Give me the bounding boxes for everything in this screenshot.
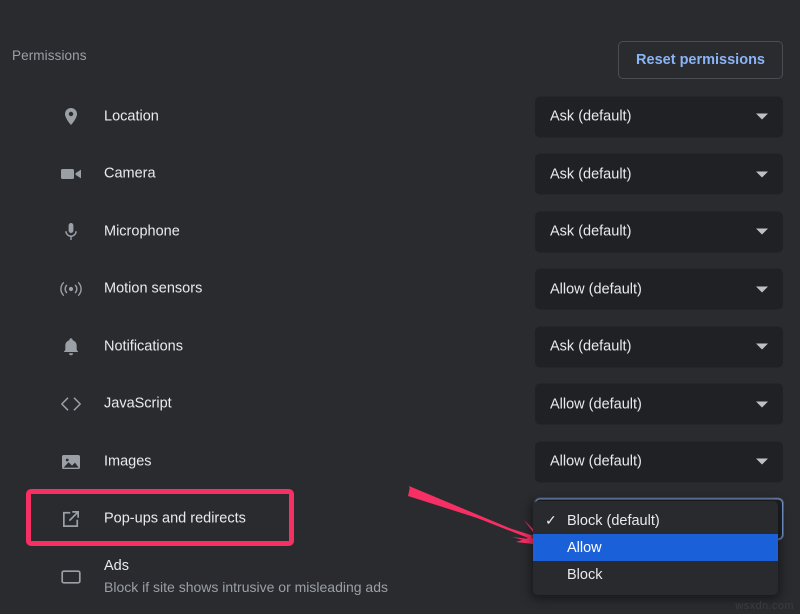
permission-value-select[interactable]: Ask (default): [535, 211, 783, 252]
camera-icon: [60, 163, 82, 185]
permission-title: JavaScript: [104, 395, 172, 414]
permission-value-text: Allow (default): [550, 454, 748, 470]
permission-value-text: Allow (default): [550, 281, 748, 297]
permission-value-text: Ask (default): [550, 109, 748, 125]
permission-row-labels: Images: [104, 452, 152, 471]
chevron-down-icon: [756, 286, 768, 292]
permission-row-labels: Motion sensors: [104, 280, 202, 299]
chevron-down-icon: [756, 401, 768, 407]
chevron-down-icon: [756, 459, 768, 465]
reset-permissions-button[interactable]: Reset permissions: [618, 41, 783, 79]
permission-row[interactable]: Images Allow (default): [0, 433, 800, 491]
permission-row[interactable]: Motion sensors Allow (default): [0, 261, 800, 319]
permission-row-labels: JavaScript: [104, 395, 172, 414]
dropdown-menu-item[interactable]: Allow: [533, 534, 778, 561]
bell-icon: [60, 336, 82, 358]
dropdown-menu-item[interactable]: ✓Block (default): [533, 507, 778, 534]
dropdown-menu-item-label: Block (default): [567, 513, 660, 529]
permission-row-labels: Pop-ups and redirects: [104, 510, 246, 529]
motion-sensors-icon: [60, 278, 82, 300]
checkmark-icon: ✓: [545, 512, 565, 529]
permission-row[interactable]: Location Ask (default): [0, 88, 800, 146]
location-pin-icon: [60, 106, 82, 128]
permission-title: Camera: [104, 165, 156, 184]
code-brackets-icon: [60, 393, 82, 415]
permission-title: Ads: [104, 557, 388, 576]
permission-value-text: Ask (default): [550, 224, 748, 240]
permission-title: Notifications: [104, 337, 183, 356]
microphone-icon: [60, 221, 82, 243]
permission-title: Images: [104, 452, 152, 471]
permission-subtitle: Block if site shows intrusive or mislead…: [104, 578, 388, 597]
permission-value-select[interactable]: Allow (default): [535, 384, 783, 425]
chevron-down-icon: [756, 229, 768, 235]
dropdown-menu-item-label: Allow: [567, 540, 602, 556]
permission-value-select[interactable]: Allow (default): [535, 269, 783, 310]
permission-row-labels: Ads Block if site shows intrusive or misl…: [104, 557, 388, 597]
permission-row[interactable]: Notifications Ask (default): [0, 318, 800, 376]
permission-row[interactable]: JavaScript Allow (default): [0, 376, 800, 434]
permission-row[interactable]: Microphone Ask (default): [0, 203, 800, 261]
external-link-icon: [60, 508, 82, 530]
permission-title: Location: [104, 107, 159, 126]
permission-value-select[interactable]: Allow (default): [535, 441, 783, 482]
permission-value-select[interactable]: Ask (default): [535, 96, 783, 137]
chevron-down-icon: [756, 344, 768, 350]
watermark: wsxdn.com: [735, 600, 794, 612]
page-title: Permissions: [12, 48, 87, 63]
permissions-settings-page: Permissions Reset permissions Location As…: [0, 0, 800, 614]
permission-row-labels: Microphone: [104, 222, 180, 241]
permission-value-text: Ask (default): [550, 339, 748, 355]
permission-value-text: Allow (default): [550, 396, 748, 412]
permission-row-labels: Location: [104, 107, 159, 126]
permission-value-select[interactable]: Ask (default): [535, 326, 783, 367]
permission-title: Motion sensors: [104, 280, 202, 299]
chevron-down-icon: [756, 171, 768, 177]
permission-value-select[interactable]: Ask (default): [535, 154, 783, 195]
image-icon: [60, 451, 82, 473]
dropdown-menu-item[interactable]: Block: [533, 561, 778, 588]
permission-value-text: Ask (default): [550, 166, 748, 182]
permission-title: Pop-ups and redirects: [104, 510, 246, 529]
ads-box-icon: [60, 566, 82, 588]
dropdown-menu-item-label: Block: [567, 567, 602, 583]
permission-title: Microphone: [104, 222, 180, 241]
chevron-down-icon: [756, 114, 768, 120]
permission-value-dropdown-menu[interactable]: ✓Block (default) Allow Block: [533, 501, 778, 595]
permission-row-labels: Camera: [104, 165, 156, 184]
permission-row-labels: Notifications: [104, 337, 183, 356]
permission-row[interactable]: Camera Ask (default): [0, 146, 800, 204]
